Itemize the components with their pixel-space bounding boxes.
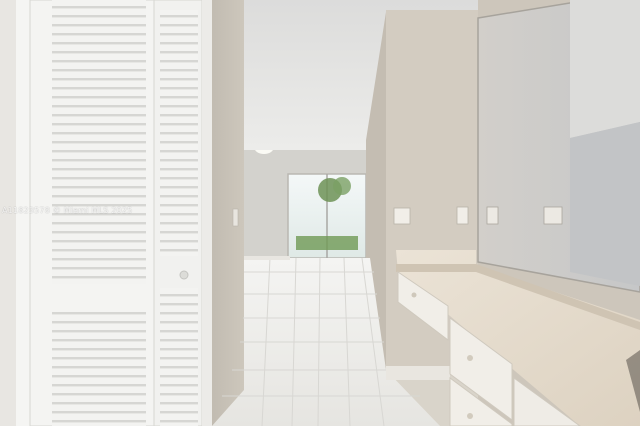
cabinet-knob-2 <box>467 413 473 419</box>
mirror-reflected-outlet <box>543 206 563 225</box>
watermark-text: A11823578 © Miami MLS 2025 <box>2 206 133 215</box>
outlet-left <box>393 207 411 225</box>
louver-panel-upper-left <box>52 0 146 284</box>
louver-panel-lower-right <box>160 288 198 426</box>
light-switch <box>232 208 239 227</box>
tree-foliage-2 <box>333 177 351 195</box>
closet-door-knob <box>179 270 189 280</box>
mirror-reflection-wall <box>570 122 640 286</box>
louver-panel-lower-left <box>52 312 146 426</box>
drawer-knob <box>411 292 417 298</box>
hallway-photo: A11823578 © Miami MLS 2025 <box>0 0 640 426</box>
closet-jamb <box>202 0 212 426</box>
cabinet-knob-1 <box>467 355 473 361</box>
switch-right <box>456 206 469 225</box>
baseboard-back <box>244 256 290 260</box>
baseboard-right <box>386 366 450 380</box>
mirror-reflected-switch <box>486 206 499 225</box>
lawn <box>296 236 358 250</box>
mirror-reflection-ceiling <box>570 0 640 138</box>
louver-panel-upper-right <box>160 10 198 256</box>
